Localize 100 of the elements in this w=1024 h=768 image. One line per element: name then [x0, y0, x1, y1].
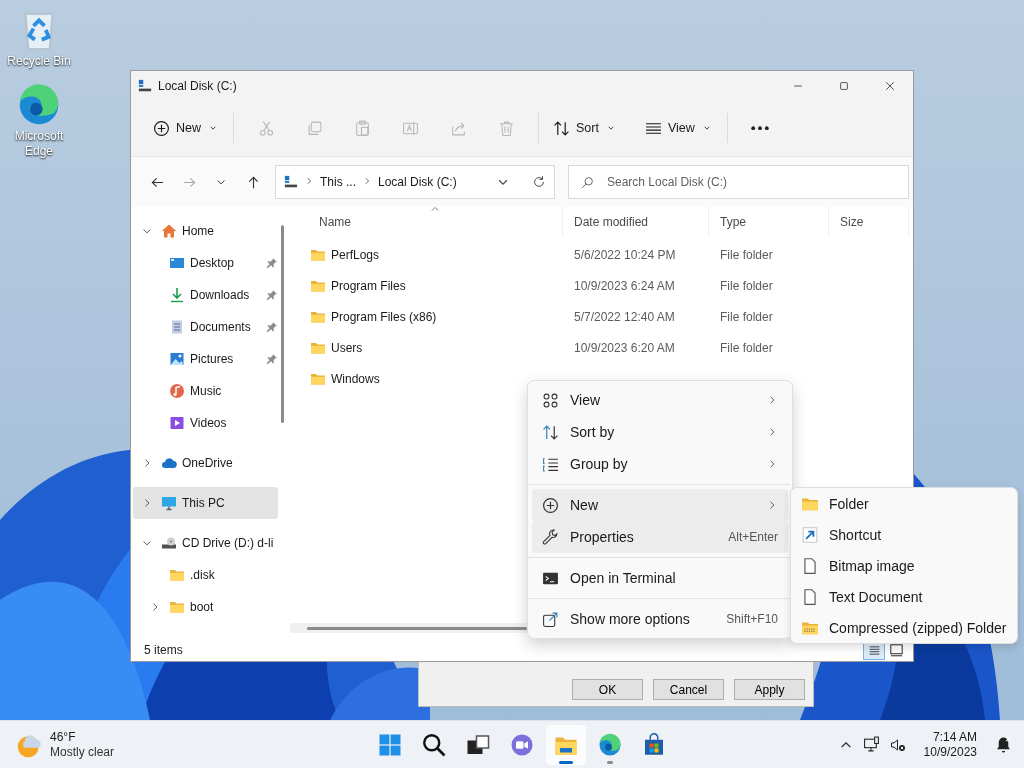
- download-icon: [169, 287, 185, 303]
- address-bar[interactable]: This ... Local Disk (C:): [275, 165, 555, 199]
- task-view-icon: [466, 732, 490, 757]
- running-indicator: [559, 760, 573, 764]
- tree-item[interactable]: Documents: [141, 311, 278, 343]
- shortcut-icon: [801, 525, 819, 544]
- search-icon: [422, 732, 446, 757]
- trash-icon: [497, 119, 515, 137]
- file-name[interactable]: Windows: [331, 371, 380, 386]
- cloud-icon: [161, 455, 177, 471]
- scissors-icon: [257, 119, 275, 137]
- tree-item[interactable]: boot: [141, 591, 278, 623]
- menu-item[interactable]: Sort by: [532, 416, 788, 448]
- tree-item[interactable]: This PC: [133, 487, 278, 519]
- column-header[interactable]: Size: [829, 207, 909, 237]
- dialog-button[interactable]: Cancel: [653, 679, 724, 700]
- close-icon: [884, 79, 896, 92]
- breadcrumb[interactable]: Local Disk (C:): [378, 175, 457, 189]
- menu-item[interactable]: Bitmap image: [791, 550, 1017, 581]
- column-header[interactable]: Type: [709, 207, 829, 237]
- network-icon: [862, 736, 880, 753]
- refresh-icon: [532, 175, 546, 189]
- add-icon: [153, 119, 170, 137]
- breadcrumb[interactable]: This ...: [320, 175, 356, 189]
- weather-widget[interactable]: 46°F Mostly clear: [0, 729, 346, 760]
- file-icon: [801, 556, 819, 575]
- menu-item[interactable]: Open in Terminal: [532, 562, 788, 594]
- tree-item[interactable]: Music: [141, 375, 278, 407]
- dialog-button[interactable]: OK: [572, 679, 643, 700]
- drive-icon: [138, 78, 152, 93]
- menu-item[interactable]: Compressed (zipped) Folder: [791, 612, 1017, 643]
- table-cell-text: File folder: [719, 340, 774, 355]
- music-icon: [169, 383, 185, 399]
- chevron-right-icon: [362, 176, 372, 186]
- menu-item[interactable]: Show more options Shift+F10: [532, 603, 788, 635]
- list-icon: [542, 455, 559, 473]
- store-icon: [642, 732, 666, 757]
- file-name[interactable]: Users: [331, 340, 363, 355]
- rename-icon: [401, 119, 419, 137]
- column-header[interactable]: Date modified: [563, 207, 709, 237]
- new-button[interactable]: New: [147, 111, 225, 145]
- search-field[interactable]: Search Local Disk (C:): [568, 165, 909, 199]
- dialog-button[interactable]: Apply: [734, 679, 805, 700]
- table-cell-text: File folder: [719, 247, 774, 262]
- tree-item[interactable]: CD Drive (D:) d-li: [133, 527, 278, 559]
- table-cell-text: 5/7/2022 12:40 AM: [573, 309, 676, 324]
- table-cell-text: File folder: [719, 309, 774, 324]
- menu-item[interactable]: View: [532, 384, 788, 416]
- file-name[interactable]: Program Files (x86): [331, 309, 437, 324]
- menu-item[interactable]: Folder: [791, 488, 1017, 519]
- pin-icon: [266, 289, 278, 301]
- sort-ascending-icon: [430, 204, 440, 214]
- tree-item[interactable]: Videos: [141, 407, 278, 439]
- tree-item[interactable]: Downloads: [141, 279, 278, 311]
- video-icon: [169, 415, 185, 431]
- chat-icon: [510, 732, 534, 757]
- folder-icon: [169, 599, 185, 615]
- shortcut-hint: Shift+F10: [726, 612, 778, 626]
- column-header[interactable]: Name: [308, 207, 563, 237]
- file-icon: [801, 587, 819, 606]
- browser-icon: [598, 732, 622, 757]
- tiles-view-icon: [889, 643, 903, 657]
- sort-button[interactable]: Sort: [547, 111, 623, 145]
- file-name[interactable]: Program Files: [331, 278, 406, 293]
- grid-icon: [542, 391, 559, 409]
- scrollbar-thumb[interactable]: [281, 225, 284, 423]
- menu-item[interactable]: Text Document: [791, 581, 1017, 612]
- pin-icon: [266, 321, 278, 333]
- add-icon: [542, 496, 559, 514]
- menu-item[interactable]: Shortcut: [791, 519, 1017, 550]
- mute-icon: [889, 736, 906, 753]
- wrench-icon: [542, 528, 559, 546]
- clock-date[interactable]: 10/9/2023: [923, 744, 977, 760]
- drive-icon: [284, 175, 298, 189]
- table-cell-text: 10/9/2023 6:20 AM: [573, 340, 676, 355]
- details-view-icon: [867, 643, 881, 657]
- external-icon: [542, 610, 559, 628]
- tree-item[interactable]: OneDrive: [133, 447, 278, 479]
- folder-icon: [169, 567, 185, 583]
- document-icon: [169, 319, 185, 335]
- menu-item[interactable]: New: [532, 489, 788, 521]
- scrollbar-thumb[interactable]: [307, 627, 527, 630]
- menu-item[interactable]: Properties Alt+Enter: [532, 521, 788, 553]
- tree-item[interactable]: Desktop: [141, 247, 278, 279]
- table-cell-text: 5/6/2022 10:24 PM: [573, 247, 677, 262]
- view-button[interactable]: View: [638, 111, 719, 145]
- tree-item[interactable]: .disk: [141, 559, 278, 591]
- running-indicator: [607, 760, 613, 764]
- file-name[interactable]: PerfLogs: [331, 247, 380, 262]
- clock-time[interactable]: 7:14 AM: [932, 729, 977, 745]
- home-icon: [161, 223, 177, 239]
- item-count: 5 items: [144, 643, 184, 657]
- table-cell-text: 10/9/2023 6:24 AM: [573, 278, 676, 293]
- tree-item[interactable]: Pictures: [141, 343, 278, 375]
- tree-item[interactable]: Home: [133, 219, 278, 243]
- window-title: Local Disk (C:): [158, 78, 238, 93]
- more-icon: [750, 125, 769, 131]
- pin-icon: [266, 353, 278, 365]
- menu-item[interactable]: Group by: [532, 448, 788, 480]
- sort-icon: [542, 423, 559, 441]
